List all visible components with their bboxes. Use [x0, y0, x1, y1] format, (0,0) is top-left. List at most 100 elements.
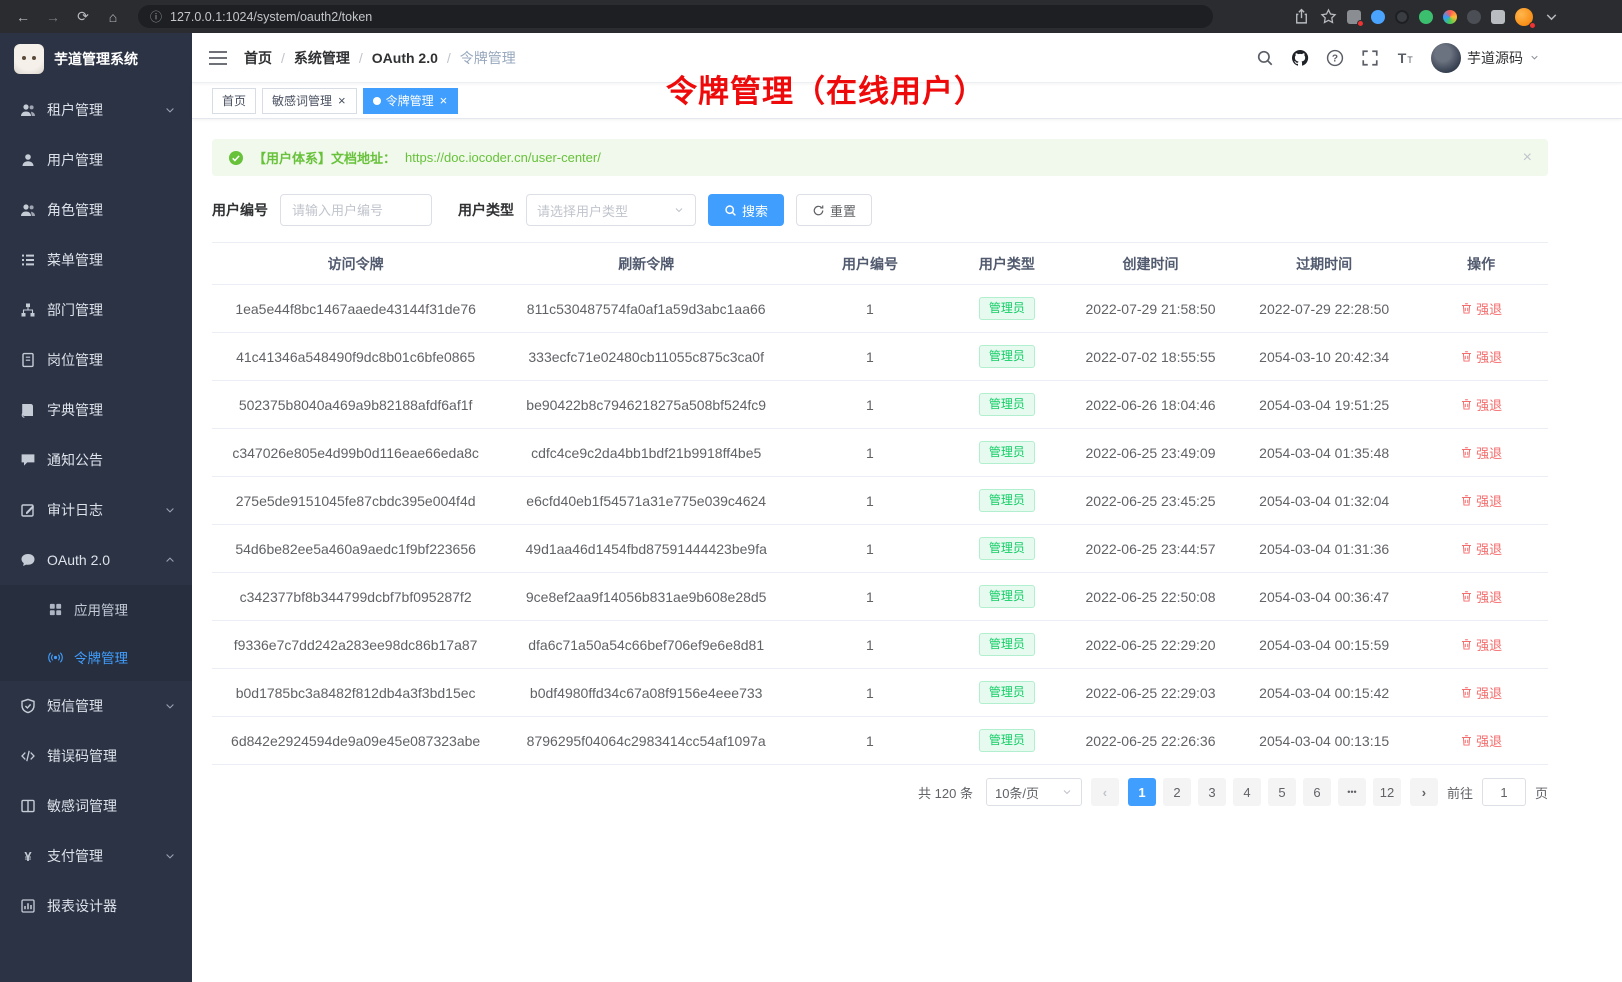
extension-icon[interactable] [1419, 10, 1433, 24]
sidebar-item-sms[interactable]: 短信管理 [0, 681, 192, 731]
sidebar-item-oauth2[interactable]: OAuth 2.0 [0, 535, 192, 585]
browser-back-button[interactable]: ← [10, 5, 36, 29]
search-button[interactable]: 搜索 [708, 194, 784, 226]
force-logout-button[interactable]: 强退 [1460, 539, 1502, 558]
force-logout-label: 强退 [1476, 347, 1502, 366]
search-icon [724, 204, 737, 217]
sidebar-item-role[interactable]: 角色管理 [0, 185, 192, 235]
user-type-select[interactable]: 请选择用户类型 [526, 194, 696, 226]
force-logout-button[interactable]: 强退 [1460, 395, 1502, 414]
sidebar-item-errcode[interactable]: 错误码管理 [0, 731, 192, 781]
extension-icon[interactable] [1371, 10, 1385, 24]
breadcrumb-item[interactable]: 系统管理 [294, 48, 350, 68]
expire-time-cell: 2054-03-04 00:15:42 [1234, 685, 1414, 701]
more-pages-button[interactable]: ••• [1338, 778, 1366, 806]
page-button-12[interactable]: 12 [1373, 778, 1401, 806]
sidebar-item-sensitive-word[interactable]: 敏感词管理 [0, 781, 192, 831]
badge-icon [20, 352, 36, 368]
force-logout-button[interactable]: 强退 [1460, 731, 1502, 750]
tab-首页[interactable]: 首页 [212, 88, 256, 114]
sidebar-item-tenant[interactable]: 租户管理 [0, 85, 192, 135]
page-button-1[interactable]: 1 [1128, 778, 1156, 806]
users-icon [20, 102, 36, 118]
user-id-cell: 1 [793, 541, 947, 557]
prev-page-button[interactable]: ‹ [1091, 778, 1119, 806]
tab-敏感词管理[interactable]: 敏感词管理× [262, 88, 357, 114]
page-button-3[interactable]: 3 [1198, 778, 1226, 806]
sidebar-item-dept[interactable]: 部门管理 [0, 285, 192, 335]
svg-text:T: T [1407, 55, 1413, 65]
sidebar-item-audit-log[interactable]: 审计日志 [0, 485, 192, 535]
reset-button[interactable]: 重置 [796, 194, 872, 226]
page-button-5[interactable]: 5 [1268, 778, 1296, 806]
breadcrumb-item[interactable]: OAuth 2.0 [372, 50, 438, 66]
font-size-icon[interactable]: TT [1396, 49, 1414, 67]
extension-icon[interactable] [1467, 10, 1481, 24]
sidebar-item-dict[interactable]: 字典管理 [0, 385, 192, 435]
force-logout-button[interactable]: 强退 [1460, 443, 1502, 462]
browser-profile-avatar[interactable] [1515, 8, 1533, 26]
page-size-value: 10条/页 [995, 783, 1039, 802]
force-logout-button[interactable]: 强退 [1460, 683, 1502, 702]
extension-icon[interactable] [1443, 10, 1457, 24]
sidebar-item-post[interactable]: 岗位管理 [0, 335, 192, 385]
sidebar-item-oauth2-token[interactable]: 令牌管理 [0, 633, 192, 681]
sidebar-item-menu[interactable]: 菜单管理 [0, 235, 192, 285]
sidebar-item-label: OAuth 2.0 [47, 552, 110, 568]
browser-reload-button[interactable]: ⟳ [70, 5, 96, 29]
help-icon[interactable]: ? [1326, 49, 1344, 67]
page-button-4[interactable]: 4 [1233, 778, 1261, 806]
browser-menu-icon[interactable] [1543, 8, 1560, 25]
browser-forward-button[interactable]: → [40, 5, 66, 29]
extension-icon[interactable] [1395, 10, 1409, 24]
user-id-label: 用户编号 [212, 200, 268, 220]
sidebar-item-user[interactable]: 用户管理 [0, 135, 192, 185]
sidebar-item-pay[interactable]: ¥支付管理 [0, 831, 192, 881]
address-bar[interactable]: ⓘ 127.0.0.1:1024/system/oauth2/token [138, 5, 1213, 28]
next-page-button[interactable]: › [1410, 778, 1438, 806]
sidebar-item-oauth2-app[interactable]: 应用管理 [0, 585, 192, 633]
user-id-input[interactable] [280, 194, 432, 226]
sidebar-item-label: 短信管理 [47, 696, 103, 716]
sidebar-item-notice[interactable]: 通知公告 [0, 435, 192, 485]
force-logout-button[interactable]: 强退 [1460, 635, 1502, 654]
github-icon[interactable] [1291, 49, 1309, 67]
app-logo[interactable]: 芋道管理系统 [0, 33, 192, 85]
alert-doc-link[interactable]: https://doc.iocoder.cn/user-center/ [405, 150, 601, 165]
page-button-2[interactable]: 2 [1163, 778, 1191, 806]
access-token-cell: 502375b8040a469a9b82188afdf6af1f [212, 397, 499, 413]
create-time-cell: 2022-06-25 22:50:08 [1067, 589, 1234, 605]
force-logout-button[interactable]: 强退 [1460, 347, 1502, 366]
hamburger-icon[interactable] [208, 50, 228, 66]
access-token-cell: c342377bf8b344799dcbf7bf095287f2 [212, 589, 499, 605]
bookmark-star-icon[interactable] [1320, 8, 1337, 25]
action-cell: 强退 [1414, 443, 1548, 462]
site-info-icon[interactable]: ⓘ [150, 8, 162, 25]
tab-close-icon[interactable]: × [337, 94, 347, 107]
comment-icon [20, 552, 36, 568]
force-logout-button[interactable]: 强退 [1460, 587, 1502, 606]
force-logout-button[interactable]: 强退 [1460, 299, 1502, 318]
split-view-icon[interactable] [1491, 10, 1505, 24]
force-logout-label: 强退 [1476, 587, 1502, 606]
page-size-select[interactable]: 10条/页 [986, 778, 1082, 806]
filter-form: 用户编号 用户类型 请选择用户类型 搜索 重置 [212, 194, 1548, 226]
sidebar-item-report-designer[interactable]: 报表设计器 [0, 881, 192, 931]
browser-home-button[interactable]: ⌂ [100, 5, 126, 29]
goto-page-input[interactable] [1482, 778, 1526, 806]
extension-icon[interactable] [1347, 10, 1361, 24]
tab-令牌管理[interactable]: 令牌管理× [363, 88, 459, 114]
access-token-cell: b0d1785bc3a8482f812db4a3f3bd15ec [212, 685, 499, 701]
tab-close-icon[interactable]: × [439, 94, 449, 107]
user-type-cell: 管理员 [947, 729, 1067, 752]
share-icon[interactable] [1293, 8, 1310, 25]
table-row: 41c41346a548490f9dc8b01c6bfe0865333ecfc7… [212, 333, 1548, 381]
user-menu[interactable]: 芋道源码 [1431, 43, 1540, 73]
user-type-badge: 管理员 [979, 297, 1035, 320]
page-button-6[interactable]: 6 [1303, 778, 1331, 806]
force-logout-button[interactable]: 强退 [1460, 491, 1502, 510]
search-icon[interactable] [1256, 49, 1274, 67]
breadcrumb-item[interactable]: 首页 [244, 48, 272, 68]
alert-close-icon[interactable]: × [1523, 150, 1532, 166]
fullscreen-icon[interactable] [1361, 49, 1379, 67]
